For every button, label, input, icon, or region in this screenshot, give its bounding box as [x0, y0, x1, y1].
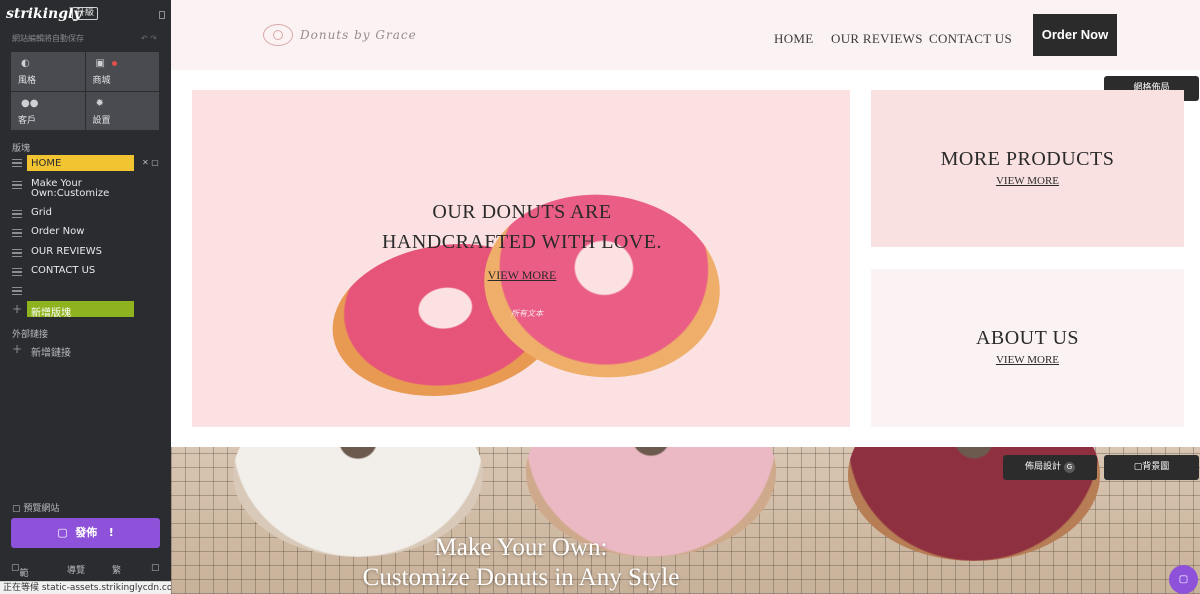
- editor-sidebar: strikingly 升級 網站編輯將自動保存 ↶ ↷ ◐ 風格 ▣ 商城 ●●…: [0, 0, 171, 594]
- palette-icon: ◐: [21, 58, 30, 69]
- tile-style[interactable]: ◐ 風格: [11, 52, 85, 91]
- menu-our-reviews[interactable]: OUR REVIEWS: [831, 31, 923, 47]
- sidebar-item-empty[interactable]: [0, 283, 171, 301]
- menu-contact-us[interactable]: CONTACT US: [929, 31, 1012, 47]
- sidebar-item-label: Grid: [31, 207, 52, 218]
- collapse-sidebar-icon[interactable]: [159, 11, 165, 19]
- autosave-notice: 網站編輯將自動保存: [12, 34, 84, 43]
- upgrade-button[interactable]: 升級: [72, 7, 99, 20]
- shop-bag-icon: ▣: [95, 58, 105, 69]
- sections-heading: 版塊: [12, 144, 31, 154]
- sidebar-item-make-your-own[interactable]: Make Your Own:Customize: [0, 177, 171, 199]
- hero-block[interactable]: OUR DONUTS ARE HANDCRAFTED WITH LOVE. VI…: [192, 90, 850, 427]
- hero-title-line: OUR DONUTS ARE: [432, 201, 612, 223]
- about-us-card[interactable]: ABOUT US VIEW MORE: [871, 269, 1184, 427]
- language-link[interactable]: 繁: [112, 563, 121, 576]
- undo-redo-icons[interactable]: ↶ ↷: [141, 34, 157, 43]
- sidebar-footer: ▢ 範問 導覽 繁 ▢: [0, 560, 171, 592]
- more-products-link[interactable]: VIEW MORE: [871, 175, 1184, 187]
- tile-settings[interactable]: ✹ 設置: [85, 91, 159, 130]
- order-now-button[interactable]: Order Now: [1033, 14, 1117, 56]
- drag-handle-icon[interactable]: [12, 287, 22, 295]
- menu-home[interactable]: HOME: [774, 31, 813, 47]
- sidebar-item-our-reviews[interactable]: OUR REVIEWS: [0, 245, 171, 263]
- external-links-heading: 外部鏈接: [12, 330, 49, 340]
- guide-link[interactable]: 導覽: [67, 563, 85, 576]
- hero-title: OUR DONUTS ARE HANDCRAFTED WITH LOVE.: [362, 197, 682, 257]
- editor-tiles: ◐ 風格 ▣ 商城 ●● 客戶 ✹ 設置: [11, 52, 159, 130]
- preview-site-label: 預覽網站: [23, 504, 60, 514]
- notification-dot: [111, 61, 117, 66]
- sidebar-item-label: Order Now: [31, 226, 85, 237]
- sidebar-item-label: CONTACT US: [31, 265, 96, 276]
- banner-title-line: Customize Donuts in Any Style: [362, 564, 680, 591]
- hero-caption: 所有文本: [511, 309, 543, 318]
- drag-handle-icon[interactable]: [12, 249, 22, 257]
- sidebar-item-contact-us[interactable]: CONTACT US: [0, 264, 171, 282]
- publish-label: 發佈: [75, 526, 98, 539]
- tile-store[interactable]: ▣ 商城: [85, 52, 159, 91]
- background-image-button[interactable]: ▢背景圖: [1104, 455, 1199, 480]
- drag-handle-icon[interactable]: [12, 210, 22, 218]
- background-image-label: 背景圖: [1142, 462, 1170, 472]
- plus-icon: +: [12, 342, 23, 356]
- sidebar-item-label: OUR REVIEWS: [31, 246, 102, 257]
- help-link[interactable]: ▢ 範問: [11, 563, 29, 592]
- preview-site-link[interactable]: ▢ 預覽網站: [12, 501, 59, 514]
- donut-logo-icon[interactable]: [263, 24, 293, 46]
- plus-icon: +: [12, 302, 23, 316]
- about-us-link[interactable]: VIEW MORE: [871, 354, 1184, 366]
- gear-icon: ✹: [95, 97, 104, 109]
- banner-title: Make Your Own: Customize Donuts in Any S…: [171, 533, 871, 593]
- layout-design-label: 佈局設計: [1024, 462, 1061, 472]
- more-products-card[interactable]: MORE PRODUCTS VIEW MORE: [871, 90, 1184, 247]
- banner-title-line: Make Your Own:: [434, 534, 608, 561]
- people-icon: ●●: [21, 97, 39, 109]
- site-header: Donuts by Grace HOME OUR REVIEWS CONTACT…: [171, 0, 1200, 70]
- add-link-button[interactable]: 新增鏈接: [31, 344, 71, 359]
- section-tools-icon[interactable]: ✕ ▢: [142, 158, 159, 167]
- sidebar-item-label: Make Your Own:Customize: [31, 178, 110, 199]
- sidebar-item-home-label: HOME: [31, 158, 62, 169]
- drag-handle-icon[interactable]: [12, 229, 22, 237]
- tile-customers-label: 客戶: [18, 115, 37, 126]
- tile-store-label: 商城: [92, 76, 111, 86]
- hero-view-more-link[interactable]: VIEW MORE: [482, 268, 562, 283]
- site-preview: Donuts by Grace HOME OUR REVIEWS CONTACT…: [171, 0, 1200, 594]
- chat-support-icon[interactable]: ▢: [1169, 565, 1198, 594]
- drag-handle-icon[interactable]: [12, 181, 22, 189]
- tile-settings-label: 設置: [92, 115, 111, 126]
- publish-button[interactable]: ▢ 發佈 !: [11, 518, 160, 548]
- about-us-title: ABOUT US: [975, 327, 1080, 349]
- drag-handle-icon[interactable]: [12, 159, 22, 167]
- drag-handle-icon[interactable]: [12, 268, 22, 276]
- layout-design-button[interactable]: 佈局設計 G: [1003, 455, 1097, 480]
- layout-design-badge: G: [1064, 462, 1075, 473]
- tile-customers[interactable]: ●● 客戶: [11, 91, 85, 130]
- sidebar-item-order-now[interactable]: Order Now: [0, 225, 171, 243]
- add-section-label: 新增版塊: [31, 308, 71, 319]
- strikingly-logo: strikingly: [6, 6, 82, 22]
- hero-title-line: HANDCRAFTED WITH LOVE.: [381, 231, 663, 253]
- sidebar-item-grid[interactable]: Grid: [0, 206, 171, 224]
- more-products-title: MORE PRODUCTS: [940, 148, 1115, 170]
- site-logo-text[interactable]: Donuts by Grace: [300, 28, 417, 42]
- tile-style-label: 風格: [18, 76, 37, 86]
- expand-icon[interactable]: ▢: [151, 563, 160, 573]
